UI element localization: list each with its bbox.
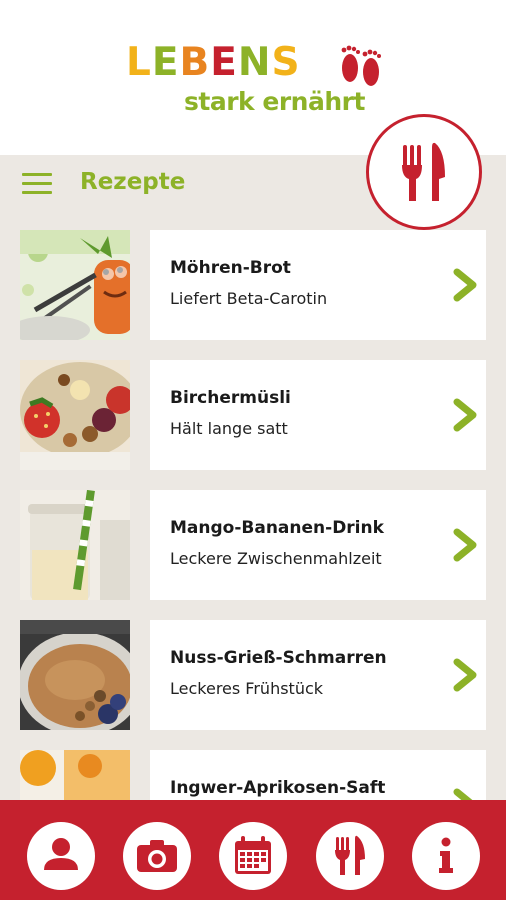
fork-knife-icon [335, 835, 365, 875]
nav-camera-button[interactable] [123, 822, 191, 890]
recipe-item-mango-bananen-drink[interactable]: Mango-Bananen-Drink Leckere Zwischenmahl… [20, 490, 486, 600]
logo-letter: L [126, 40, 152, 85]
recipe-thumbnail [20, 750, 130, 800]
nav-profile-button[interactable] [27, 822, 95, 890]
info-icon [439, 837, 453, 873]
calendar-icon [235, 836, 271, 874]
recipe-card[interactable]: Ingwer-Aprikosen-Saft [150, 750, 486, 800]
logo-letter: S [271, 40, 301, 85]
recipe-thumbnail [20, 490, 130, 600]
recipes-badge [366, 114, 482, 230]
fork-knife-icon [402, 142, 445, 201]
recipe-subtitle: Leckere Zwischenmahlzeit [170, 549, 382, 568]
logo-letter: E [151, 40, 180, 85]
logo-letter: N [237, 40, 272, 85]
logo-letter: B [179, 40, 211, 85]
recipe-card[interactable]: Birchermüsli Hält lange satt [150, 360, 486, 470]
recipe-item-birchermuesli[interactable]: Birchermüsli Hält lange satt [20, 360, 486, 470]
recipe-title: Möhren-Brot [170, 258, 291, 278]
recipe-item-nuss-griess-schmarren[interactable]: Nuss-Grieß-Schmarren Leckeres Frühstück [20, 620, 486, 730]
nav-info-button[interactable] [412, 822, 480, 890]
logo-subtitle: stark ernährt [184, 87, 365, 116]
hamburger-icon-line [22, 191, 52, 194]
recipe-subtitle: Hält lange satt [170, 419, 288, 438]
person-icon [44, 838, 78, 870]
recipe-subtitle: Leckeres Frühstück [170, 679, 324, 698]
recipe-thumbnail [20, 360, 130, 470]
recipe-thumbnail [20, 230, 130, 340]
logo-letter: E [210, 40, 238, 85]
nav-recipes-button[interactable] [316, 822, 384, 890]
chevron-right-icon[interactable] [452, 658, 478, 692]
bottom-navigation [0, 800, 506, 900]
recipe-title: Birchermüsli [170, 388, 291, 408]
page-title: Rezepte [80, 169, 186, 195]
chevron-right-icon[interactable] [452, 398, 478, 432]
recipe-card[interactable]: Möhren-Brot Liefert Beta-Carotin [150, 230, 486, 340]
footprints-icon [341, 45, 381, 86]
recipe-card[interactable]: Mango-Bananen-Drink Leckere Zwischenmahl… [150, 490, 486, 600]
chevron-right-icon[interactable] [452, 528, 478, 562]
lebens-logo: LEBENS stark ernährt [0, 38, 506, 118]
recipe-item-ingwer-aprikosen-saft[interactable]: Ingwer-Aprikosen-Saft [20, 750, 486, 800]
hamburger-icon-line [22, 182, 52, 185]
recipe-subtitle: Liefert Beta-Carotin [170, 289, 328, 308]
camera-icon [137, 840, 177, 872]
recipe-item-moehren-brot[interactable]: Möhren-Brot Liefert Beta-Carotin [20, 230, 486, 340]
recipe-title: Nuss-Grieß-Schmarren [170, 648, 387, 668]
hamburger-icon [22, 173, 52, 176]
logo-wordmark: LEBENS [126, 40, 301, 86]
recipe-thumbnail [20, 620, 130, 730]
nav-calendar-button[interactable] [219, 822, 287, 890]
recipe-list-area: Rezepte Möhren-Brot Liefert Beta-Carotin [0, 155, 506, 800]
hamburger-menu-button[interactable] [22, 173, 52, 195]
chevron-right-icon[interactable] [452, 268, 478, 302]
chevron-right-icon[interactable] [452, 788, 478, 800]
recipe-card[interactable]: Nuss-Grieß-Schmarren Leckeres Frühstück [150, 620, 486, 730]
recipe-title: Ingwer-Aprikosen-Saft [170, 778, 386, 798]
recipe-title: Mango-Bananen-Drink [170, 518, 384, 538]
